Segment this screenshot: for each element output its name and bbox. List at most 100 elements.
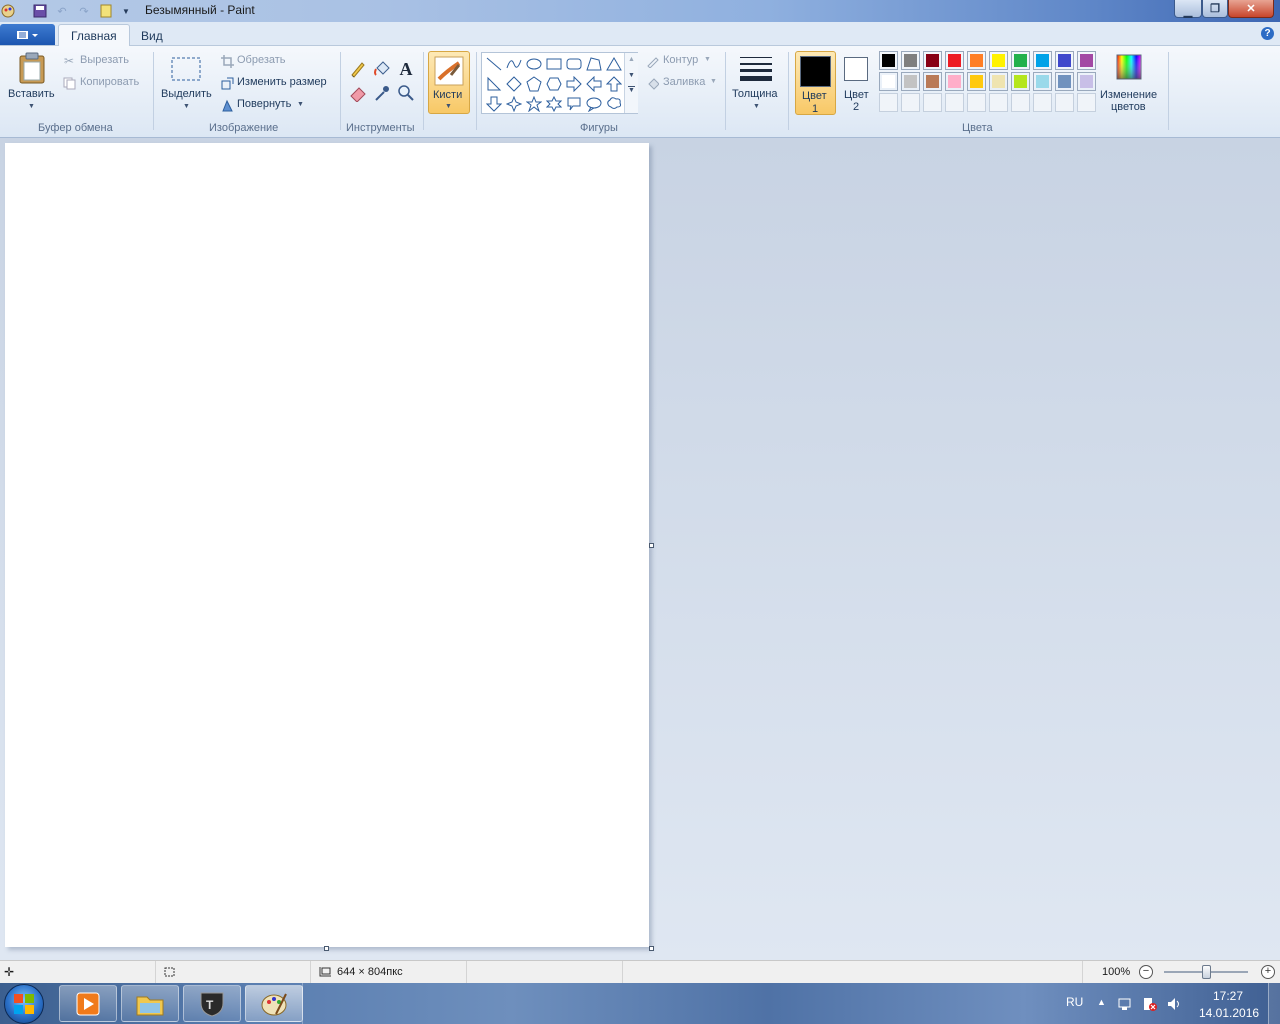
fill-bucket-icon[interactable] <box>371 58 393 80</box>
drawing-canvas[interactable] <box>5 143 649 947</box>
cloud-callout-shape-icon[interactable] <box>604 94 624 114</box>
edit-colors-icon[interactable] <box>1114 52 1144 82</box>
palette-swatch[interactable] <box>967 72 986 91</box>
color1-button[interactable]: Цвет 1 <box>795 51 836 115</box>
volume-icon[interactable] <box>1166 996 1182 1015</box>
tab-home[interactable]: Главная <box>58 24 130 47</box>
up-arrow-shape-icon[interactable] <box>604 74 624 94</box>
select-dropdown-icon[interactable]: ▼ <box>183 103 190 110</box>
palette-swatch[interactable] <box>1077 93 1096 112</box>
pencil-icon[interactable] <box>347 58 369 80</box>
palette-swatch[interactable] <box>1077 51 1096 70</box>
palette-swatch[interactable] <box>989 72 1008 91</box>
taskbar-file-explorer[interactable] <box>121 985 179 1022</box>
action-center-icon[interactable] <box>1142 996 1158 1015</box>
right-triangle-shape-icon[interactable] <box>484 74 504 94</box>
select-button[interactable]: Выделить <box>161 88 212 100</box>
save-icon[interactable] <box>32 3 48 19</box>
resize-handle-right[interactable] <box>649 543 654 548</box>
right-arrow-shape-icon[interactable] <box>564 74 584 94</box>
palette-swatch[interactable] <box>989 51 1008 70</box>
palette-swatch[interactable] <box>879 51 898 70</box>
palette-swatch[interactable] <box>879 72 898 91</box>
clock-date[interactable]: 14.01.2016 <box>1199 1006 1259 1020</box>
size-icon[interactable] <box>739 54 773 84</box>
show-hidden-icons-icon[interactable]: ▲ <box>1097 997 1106 1007</box>
taskbar-media-player[interactable] <box>59 985 117 1022</box>
color-picker-icon[interactable] <box>371 82 393 104</box>
size-button[interactable]: Толщина <box>732 88 778 100</box>
triangle-shape-icon[interactable] <box>604 54 624 74</box>
rotate-button[interactable]: Повернуть <box>237 98 291 110</box>
color2-button[interactable] <box>843 56 869 82</box>
zoom-slider-thumb[interactable] <box>1202 965 1211 979</box>
palette-swatch[interactable] <box>989 93 1008 112</box>
palette-swatch[interactable] <box>1077 72 1096 91</box>
cut-button[interactable]: Вырезать <box>80 54 129 66</box>
redo-icon[interactable]: ↷ <box>76 3 92 19</box>
maximize-button[interactable]: ❐ <box>1202 0 1228 18</box>
six-point-star-shape-icon[interactable] <box>544 94 564 114</box>
close-button[interactable]: ✕ <box>1228 0 1274 18</box>
brushes-button[interactable]: Кисти ▼ <box>428 51 470 114</box>
paste-icon[interactable] <box>16 51 48 85</box>
palette-swatch[interactable] <box>1055 72 1074 91</box>
left-arrow-shape-icon[interactable] <box>584 74 604 94</box>
fill-dropdown-icon[interactable]: ▼ <box>710 78 717 85</box>
palette-swatch[interactable] <box>967 93 986 112</box>
network-icon[interactable] <box>1117 996 1133 1015</box>
language-indicator[interactable]: RU <box>1066 995 1083 1009</box>
text-tool-icon[interactable]: A <box>395 58 417 80</box>
resize-button[interactable]: Изменить размер <box>237 76 327 88</box>
edit-colors-label-line2[interactable]: цветов <box>1111 101 1146 113</box>
palette-swatch[interactable] <box>1033 93 1052 112</box>
palette-swatch[interactable] <box>923 51 942 70</box>
select-icon[interactable] <box>170 55 202 83</box>
palette-swatch[interactable] <box>945 93 964 112</box>
palette-swatch[interactable] <box>1055 93 1074 112</box>
zoom-out-button[interactable]: − <box>1139 965 1153 979</box>
five-point-star-shape-icon[interactable] <box>524 94 544 114</box>
line-shape-icon[interactable] <box>484 54 504 74</box>
rounded-rectangle-shape-icon[interactable] <box>564 54 584 74</box>
undo-icon[interactable]: ↶ <box>54 3 70 19</box>
palette-swatch[interactable] <box>923 93 942 112</box>
palette-swatch[interactable] <box>901 72 920 91</box>
copy-button[interactable]: Копировать <box>80 76 139 88</box>
paste-button[interactable]: Вставить <box>8 88 55 100</box>
magnifier-icon[interactable] <box>395 82 417 104</box>
rotate-dropdown-icon[interactable]: ▼ <box>297 101 304 108</box>
oval-shape-icon[interactable] <box>524 54 544 74</box>
resize-handle-bottom[interactable] <box>324 946 329 951</box>
file-menu-button[interactable] <box>0 24 55 45</box>
paint-app-icon[interactable] <box>0 3 16 19</box>
start-button[interactable] <box>4 984 44 1024</box>
size-dropdown-icon[interactable]: ▼ <box>753 103 760 110</box>
eraser-icon[interactable] <box>347 82 369 104</box>
outline-dropdown-icon[interactable]: ▼ <box>704 56 711 63</box>
palette-swatch[interactable] <box>879 93 898 112</box>
hexagon-shape-icon[interactable] <box>544 74 564 94</box>
fill-button[interactable]: Заливка <box>663 76 705 88</box>
new-file-icon[interactable] <box>98 3 114 19</box>
tab-view[interactable]: Вид <box>129 24 175 47</box>
down-arrow-shape-icon[interactable] <box>484 94 504 114</box>
palette-swatch[interactable] <box>1011 72 1030 91</box>
canvas-workspace[interactable] <box>0 138 1280 960</box>
diamond-shape-icon[interactable] <box>504 74 524 94</box>
palette-swatch[interactable] <box>967 51 986 70</box>
palette-swatch[interactable] <box>1033 51 1052 70</box>
palette-swatch[interactable] <box>901 51 920 70</box>
resize-handle-corner[interactable] <box>649 946 654 951</box>
palette-swatch[interactable] <box>923 72 942 91</box>
zoom-in-button[interactable]: + <box>1261 965 1275 979</box>
four-point-star-shape-icon[interactable] <box>504 94 524 114</box>
crop-button[interactable]: Обрезать <box>237 54 286 66</box>
rounded-callout-shape-icon[interactable] <box>564 94 584 114</box>
palette-swatch[interactable] <box>1055 51 1074 70</box>
polygon-shape-icon[interactable] <box>584 54 604 74</box>
palette-swatch[interactable] <box>1033 72 1052 91</box>
clock-time[interactable]: 17:27 <box>1213 989 1243 1003</box>
palette-swatch[interactable] <box>1011 51 1030 70</box>
shapes-scrollbar[interactable]: ▲ ▼ ▼ <box>624 53 638 113</box>
